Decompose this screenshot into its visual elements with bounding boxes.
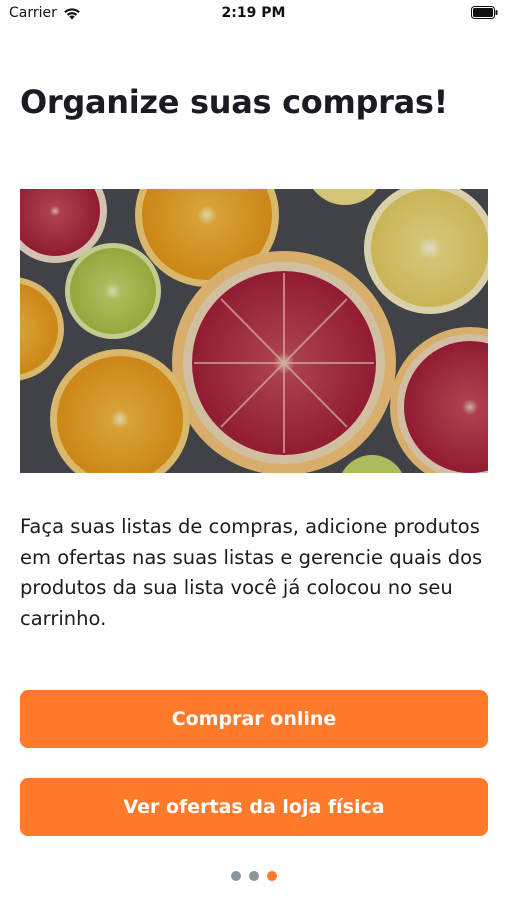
- onboarding-screen: Carrier 2:19 PM Organize suas compras! F…: [0, 0, 507, 900]
- status-time: 2:19 PM: [221, 5, 286, 21]
- page-dot-3-active[interactable]: [266, 871, 277, 881]
- citrus-slices-image: [20, 189, 488, 473]
- onboarding-description: Faça suas listas de compras, adicione pr…: [20, 515, 483, 630]
- page-dot-2[interactable]: [248, 871, 259, 881]
- page-title: Organize suas compras!: [20, 83, 448, 121]
- buy-online-button[interactable]: Comprar online: [20, 690, 488, 748]
- battery-icon: [471, 6, 498, 19]
- store-offers-button[interactable]: Ver ofertas da loja física: [20, 778, 488, 836]
- status-bar: Carrier 2:19 PM: [0, 0, 507, 28]
- citrus-illustration: [20, 189, 488, 473]
- page-dot-1[interactable]: [230, 871, 241, 881]
- page-indicator[interactable]: [0, 871, 507, 881]
